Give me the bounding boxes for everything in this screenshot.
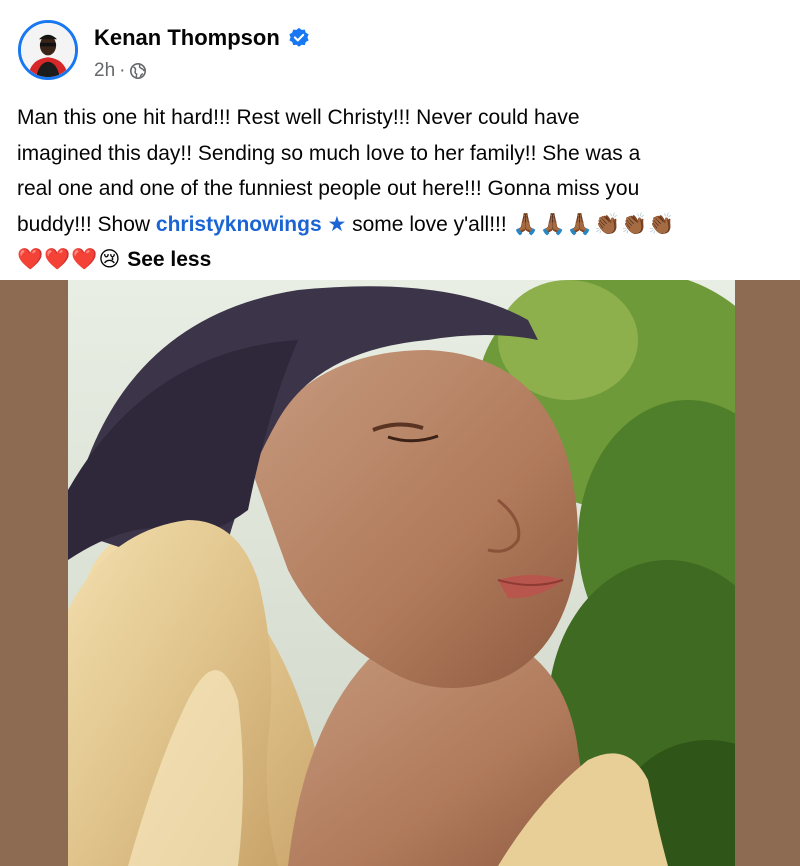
post-media[interactable]: [0, 280, 800, 866]
post-text-line: buddy!!! Show christyknowings ★ some lov…: [17, 207, 787, 243]
tagged-profile-link[interactable]: christyknowings ★: [156, 213, 346, 236]
post-text-line: ❤️❤️❤️😢 See less: [17, 242, 787, 278]
post-timestamp[interactable]: 2h: [94, 60, 115, 82]
emoji-hearts-cry: ❤️❤️❤️😢: [17, 248, 122, 271]
verified-badge-icon: [288, 27, 310, 49]
post-text-fragment: buddy!!! Show: [17, 212, 156, 236]
star-icon: ★: [327, 212, 347, 236]
avatar-image: [21, 23, 75, 77]
post-text-line: real one and one of the funniest people …: [17, 177, 640, 200]
portrait-photo: [68, 280, 735, 866]
tag-name: christyknowings: [155, 212, 322, 236]
author-row: Kenan Thompson: [94, 25, 310, 51]
post-text-line: Man this one hit hard!!! Rest well Chris…: [17, 106, 580, 129]
post-body: Man this one hit hard!!! Rest well Chris…: [17, 100, 787, 278]
see-less-button[interactable]: See less: [127, 248, 211, 271]
globe-icon[interactable]: [129, 62, 147, 80]
post-meta: 2h ·: [94, 60, 147, 82]
post-text-line: imagined this day!! Sending so much love…: [17, 141, 641, 165]
post-photo[interactable]: [68, 280, 735, 866]
post-header: Kenan Thompson 2h ·: [0, 0, 800, 94]
author-avatar[interactable]: [18, 20, 78, 80]
author-name[interactable]: Kenan Thompson: [94, 25, 280, 51]
post-text-fragment: some love y'all!!!: [346, 212, 513, 236]
meta-separator: ·: [119, 60, 126, 81]
emoji-pray-clap: 🙏🏾🙏🏾🙏🏾👏🏾👏🏾👏🏾: [512, 212, 676, 236]
